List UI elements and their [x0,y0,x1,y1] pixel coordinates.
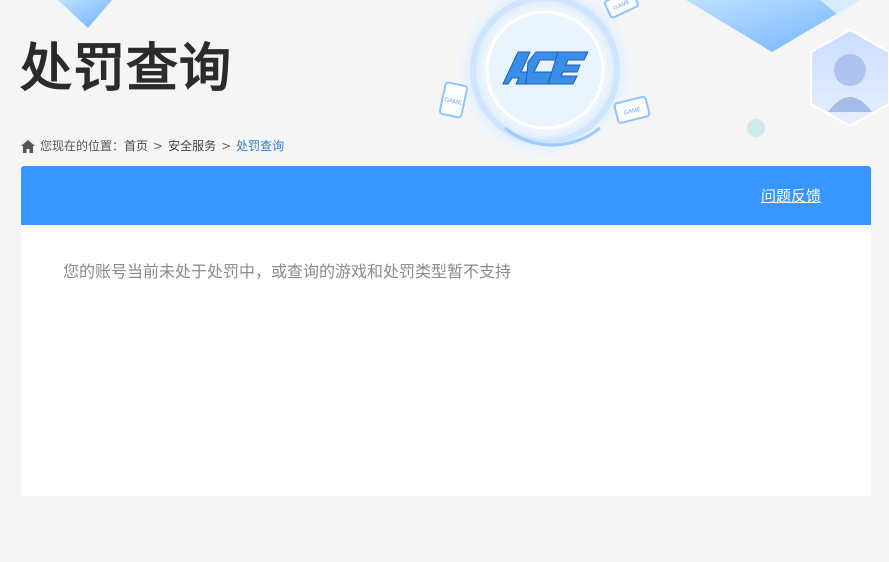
breadcrumb: 您现在的位置： 首页 > 安全服务 > 处罚查询 [21,138,284,154]
feedback-link[interactable]: 问题反馈 [761,186,821,206]
page-title: 处罚查询 [20,39,233,99]
status-message: 您的账号当前未处于处罚中，或查询的游戏和处罚类型暂不支持 [63,262,512,281]
game-phone-icon: GAME [438,81,468,119]
hero-banner: GAME GAME GAME 处罚查询 您现在的位置： 首页 > 安全服务 > … [0,0,889,165]
breadcrumb-item-current[interactable]: 处罚查询 [236,138,284,154]
breadcrumb-item-security-service[interactable]: 安全服务 [168,138,216,154]
character-portrait-icon [810,28,889,128]
home-icon [21,139,35,153]
panel-body: 您的账号当前未处于处罚中，或查询的游戏和处罚类型暂不支持 [21,225,871,496]
breadcrumb-separator: > [221,139,232,153]
ace-logo-icon [457,0,633,158]
breadcrumb-separator: > [153,139,164,153]
dot-decoration [747,119,765,137]
breadcrumb-prefix: 您现在的位置： [40,139,125,153]
panel-header: 问题反馈 [21,166,871,225]
breadcrumb-item-home[interactable]: 首页 [124,138,148,154]
triangle-decoration-left [58,0,112,28]
